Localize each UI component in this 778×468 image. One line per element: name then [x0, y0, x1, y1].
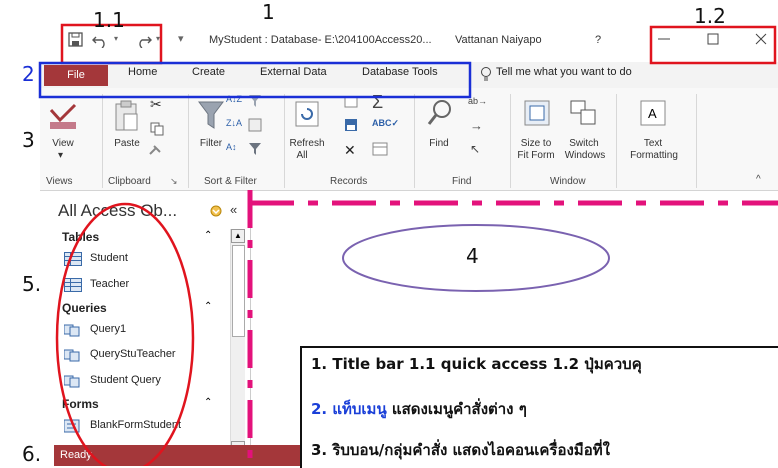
- callout-6: 6.: [22, 442, 42, 466]
- note-line-1: 1. Title bar 1.1 quick access 1.2 ปุ่มคว…: [311, 355, 642, 373]
- callout-4: 4: [466, 244, 479, 268]
- callout-3: 3: [22, 128, 35, 152]
- note-line-2-text: แสดงเมนูคำสั่งต่าง ๆ: [386, 400, 527, 418]
- callout-1-1: 1.1: [93, 8, 125, 32]
- callout-1-2: 1.2: [694, 4, 726, 28]
- nav-pane-ellipse: [55, 202, 195, 466]
- callout-2: 2: [22, 62, 35, 86]
- callout-1: 1: [262, 0, 275, 24]
- tabs-highlight: [38, 61, 472, 99]
- note-line-2: 2. แท็บเมนู แสดงเมนูคำสั่งต่าง ๆ: [311, 397, 527, 421]
- window-controls-highlight: [649, 25, 777, 65]
- note-line-2-number: 2. แท็บเมนู: [311, 400, 387, 418]
- note-line-3: 3. ริบบอน/กลุ่มคำสั่ง แสดงไอคอนเครื่องมื…: [311, 441, 610, 459]
- callout-5: 5.: [22, 272, 42, 296]
